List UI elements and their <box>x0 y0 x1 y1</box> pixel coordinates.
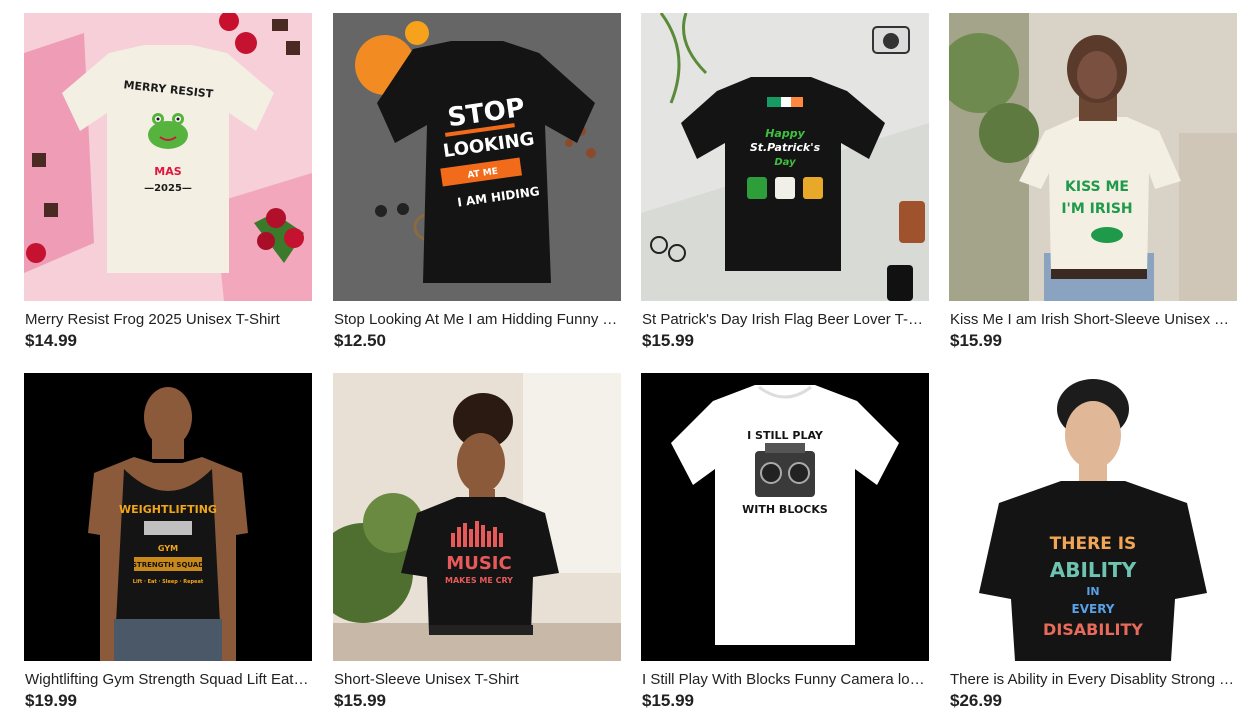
product-image[interactable]: MUSIC MAKES ME CRY <box>333 373 621 661</box>
shirt-print-line3: —2025— <box>144 183 192 194</box>
product-title[interactable]: I Still Play With Blocks Funny Camera lo… <box>642 671 929 689</box>
shirt-print-line1: THERE IS <box>1050 534 1137 554</box>
shirt-print-line3: Day <box>774 157 796 168</box>
product-image[interactable]: I STILL PLAY WITH BLOCKS <box>641 373 929 661</box>
shirt-print-line2: St.Patrick's <box>750 141 821 154</box>
product-price: $19.99 <box>25 691 77 710</box>
product-image[interactable]: Happy St.Patrick's Day <box>641 13 929 301</box>
product-image-art: THERE IS ABILITY IN EVERY DISABILITY <box>949 373 1237 661</box>
product-card[interactable]: STOP LOOKING AT ME I AM HIDING Stop Look… <box>333 13 621 353</box>
product-image[interactable]: THERE IS ABILITY IN EVERY DISABILITY <box>949 373 1237 661</box>
product-image[interactable]: KISS ME I'M IRISH <box>949 13 1237 301</box>
shirt-print-line1: MUSIC <box>446 553 511 574</box>
product-grid: MERRY RESIST MAS —2025— Merry Resist Fro… <box>24 13 1237 713</box>
shirt-print-line2: MAKES ME CRY <box>445 576 513 585</box>
shirt-print-line1: Happy <box>765 127 805 140</box>
shirt-print-line4: EVERY <box>1072 602 1115 616</box>
shirt-print-line1: I STILL PLAY <box>747 429 824 442</box>
product-price: $15.99 <box>642 331 694 350</box>
shirt-print-line1: WEIGHTLIFTING <box>119 503 217 516</box>
product-card[interactable]: THERE IS ABILITY IN EVERY DISABILITY The… <box>949 373 1237 713</box>
shirt-print-line5: DISABILITY <box>1043 620 1143 639</box>
product-card[interactable]: Happy St.Patrick's Day St Patrick's Day … <box>641 13 929 353</box>
product-price: $15.99 <box>334 691 386 710</box>
product-image-art: KISS ME I'M IRISH <box>949 13 1237 301</box>
shirt-print-line2: WITH BLOCKS <box>742 503 828 516</box>
product-image-art: MUSIC MAKES ME CRY <box>333 373 621 661</box>
product-card[interactable]: WEIGHTLIFTING GYM STRENGTH SQUAD Lift · … <box>24 373 312 713</box>
product-image-art: Happy St.Patrick's Day <box>641 13 929 301</box>
product-price: $15.99 <box>642 691 694 710</box>
product-price: $12.50 <box>334 331 386 350</box>
shirt-print-line2: I'M IRISH <box>1061 201 1132 217</box>
product-card[interactable]: KISS ME I'M IRISH Kiss Me I am Irish Sho… <box>949 13 1237 353</box>
product-price: $14.99 <box>25 331 77 350</box>
product-price: $15.99 <box>950 331 1002 350</box>
shirt-print-line3: IN <box>1086 585 1099 598</box>
product-title[interactable]: Short-Sleeve Unisex T-Shirt <box>334 671 621 689</box>
product-title[interactable]: Wightlifting Gym Strength Squad Lift Eat… <box>25 671 312 689</box>
product-image[interactable]: MERRY RESIST MAS —2025— <box>24 13 312 301</box>
product-image-art: WEIGHTLIFTING GYM STRENGTH SQUAD Lift · … <box>24 373 312 661</box>
shirt-print-line2: ABILITY <box>1050 558 1137 582</box>
product-title[interactable]: Stop Looking At Me I am Hidding Funny T-… <box>334 311 621 329</box>
product-price: $26.99 <box>950 691 1002 710</box>
shirt-print-line2: MAS <box>154 165 181 178</box>
product-card[interactable]: I STILL PLAY WITH BLOCKS I Still Play Wi… <box>641 373 929 713</box>
product-title[interactable]: There is Ability in Every Disablity Stro… <box>950 671 1237 689</box>
product-title[interactable]: Merry Resist Frog 2025 Unisex T-Shirt <box>25 311 312 329</box>
shirt-print-line4: Lift · Eat · Sleep · Repeat <box>133 579 204 585</box>
product-image[interactable]: STOP LOOKING AT ME I AM HIDING <box>333 13 621 301</box>
product-image[interactable]: WEIGHTLIFTING GYM STRENGTH SQUAD Lift · … <box>24 373 312 661</box>
shirt-print-line2: GYM <box>158 544 178 553</box>
product-title[interactable]: Kiss Me I am Irish Short-Sleeve Unisex T… <box>950 311 1237 329</box>
product-image-art: MERRY RESIST MAS —2025— <box>24 13 312 301</box>
shirt-print-line3: STRENGTH SQUAD <box>132 561 204 569</box>
product-card[interactable]: MERRY RESIST MAS —2025— Merry Resist Fro… <box>24 13 312 353</box>
shirt-print-line1: KISS ME <box>1065 179 1129 195</box>
product-card[interactable]: MUSIC MAKES ME CRY Short-Sleeve Unisex T… <box>333 373 621 713</box>
product-image-art: STOP LOOKING AT ME I AM HIDING <box>333 13 621 301</box>
product-image-art: I STILL PLAY WITH BLOCKS <box>641 373 929 661</box>
product-title[interactable]: St Patrick's Day Irish Flag Beer Lover T… <box>642 311 929 329</box>
